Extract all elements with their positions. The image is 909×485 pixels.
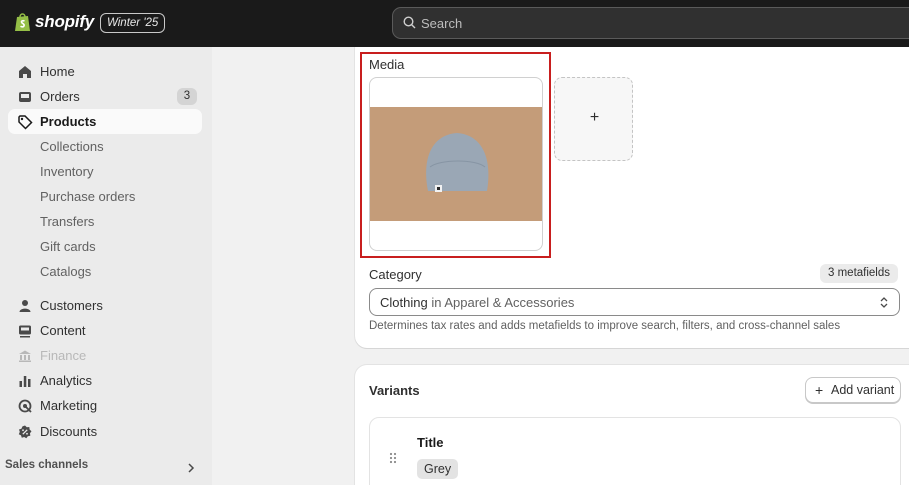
sidebar-item-finance[interactable]: Finance [8,343,202,368]
variants-heading: Variants [369,383,420,398]
category-value: Clothing in Apparel & Accessories [380,295,574,310]
sidebar-subitem-label: Transfers [40,214,95,229]
sidebar-item-discounts[interactable]: Discounts [8,419,202,444]
shopify-logo[interactable]: shopify [14,12,94,32]
sidebar-subitem-label: Catalogs [40,264,92,279]
plus-icon: + [815,382,824,398]
sidebar-subitem-label: Gift cards [40,239,96,254]
sidebar-subitem-purchase-orders[interactable]: Purchase orders [8,184,202,209]
sidebar-subitem-inventory[interactable]: Inventory [8,159,202,184]
variant-option-name[interactable]: Title [417,435,444,450]
sidebar-item-label: Products [40,114,97,129]
metafields-badge[interactable]: 3 metafields [820,264,899,283]
tag-icon [18,115,33,130]
sidebar-item-customers[interactable]: Customers [8,293,202,318]
sidebar-item-home[interactable]: Home [8,59,202,84]
sidebar-subitem-collections[interactable]: Collections [8,134,202,159]
plus-icon: + [589,109,600,126]
sidebar-item-label: Customers [40,298,103,313]
sidebar-item-products[interactable]: Products [8,109,202,134]
edition-badge[interactable]: Winter '25 [100,13,166,33]
search-icon [403,16,416,29]
target-icon [18,399,32,413]
sidebar-item-label: Home [40,64,75,79]
add-variant-button[interactable]: + Add variant [805,377,901,403]
sidebar-subitem-transfers[interactable]: Transfers [8,209,202,234]
sidebar-item-orders[interactable]: Orders 3 [8,84,202,109]
person-icon [19,300,31,312]
sales-channels-heading[interactable]: Sales channels [5,459,88,471]
sidebar-item-label: Content [40,323,86,338]
sidebar-item-analytics[interactable]: Analytics [8,368,202,393]
bar-chart-icon [19,376,31,387]
sidebar-subitem-catalogs[interactable]: Catalogs [8,259,202,284]
sidebar-subitem-label: Purchase orders [40,189,136,204]
sidebar-item-label: Marketing [40,398,98,413]
category-name: Clothing [380,295,428,310]
bank-icon [19,350,31,362]
main-content: Media + Category 3 metafields Clothing i… [212,47,909,485]
add-media-button[interactable]: + [554,77,633,161]
orders-count-badge: 3 [177,88,197,105]
home-icon [19,66,31,78]
sidebar-item-content[interactable]: Content [8,318,202,343]
sidebar-item-label: Discounts [40,424,98,439]
sidebar-subitem-label: Inventory [40,164,94,179]
media-highlight-outline [360,52,551,258]
category-label: Category [369,267,422,282]
sidebar-item-label: Analytics [40,373,93,388]
sidebar-item-label: Finance [40,348,87,363]
add-variant-label: Add variant [831,383,895,397]
category-help-text: Determines tax rates and adds metafields… [369,320,841,332]
discount-icon [18,425,32,439]
category-select[interactable]: Clothing in Apparel & Accessories [369,288,900,316]
sidebar-item-label: Orders [40,89,80,104]
inbox-icon [19,92,31,102]
shopify-bag-icon [15,13,30,31]
sidebar-item-marketing[interactable]: Marketing [8,393,202,418]
sidebar-subitem-gift-cards[interactable]: Gift cards [8,234,202,259]
category-connector: in [431,295,442,310]
brand-name: shopify [35,12,95,31]
top-bar: shopify Winter '25 Search [0,0,909,47]
chevron-right-icon[interactable] [187,463,195,473]
content-icon [19,325,31,338]
sidebar-subitem-label: Collections [40,139,104,154]
category-parent: Apparel & Accessories [444,295,575,310]
drag-handle-icon[interactable] [389,452,397,464]
search-input[interactable]: Search [392,7,909,39]
select-arrows-icon [880,297,888,308]
variant-option-value-chip[interactable]: Grey [417,459,459,479]
search-placeholder: Search [421,16,463,31]
sidebar: Home Orders 3 Products Collections Inven… [0,47,212,485]
